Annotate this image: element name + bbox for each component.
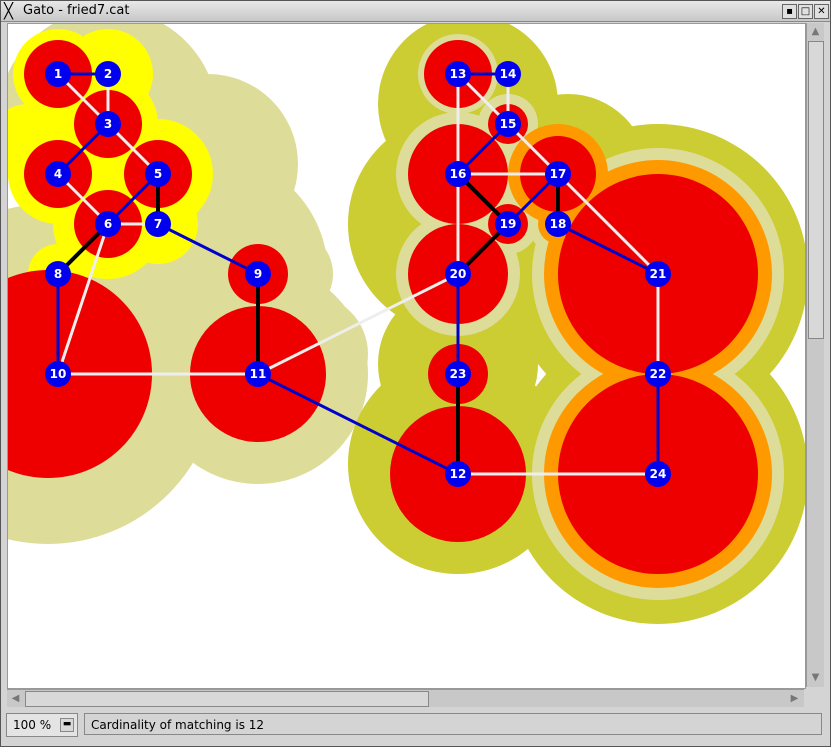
vertex-1[interactable]: 1: [45, 61, 71, 87]
vertex-5[interactable]: 5: [145, 161, 171, 187]
horizontal-scrollbar[interactable]: ◀ ▶: [7, 689, 804, 707]
scroll-right-arrow[interactable]: ▶: [787, 691, 802, 706]
vertex-17[interactable]: 17: [545, 161, 571, 187]
graph-canvas[interactable]: 1 2 3 4 5 6 7 8 9 10 11 12 13 14 15 16 17 18 19 20 21 22 23 24: [7, 23, 806, 689]
zoom-dropdown-icon[interactable]: ▬: [60, 718, 74, 732]
vertex-7[interactable]: 7: [145, 211, 171, 237]
vertex-16[interactable]: 16: [445, 161, 471, 187]
scroll-left-arrow[interactable]: ◀: [8, 691, 23, 706]
vertex-label: 24: [650, 467, 667, 481]
vertex-label: 18: [550, 217, 567, 231]
vertex-label: 12: [450, 467, 467, 481]
status-message: Cardinality of matching is 12: [84, 713, 822, 735]
graph-drawing[interactable]: 1 234 56 78 910 111213 141516 17181920 21222324: [8, 24, 805, 688]
scroll-down-arrow[interactable]: ▼: [808, 670, 823, 685]
vertex-8[interactable]: 8: [45, 261, 71, 287]
window-title: Gato - fried7.cat: [23, 3, 130, 18]
vertex-label: 15: [500, 117, 517, 131]
vertex-label: 10: [50, 367, 67, 381]
vertex-label: 14: [500, 67, 517, 81]
vertex-label: 11: [250, 367, 267, 381]
vertex-label: 17: [550, 167, 567, 181]
vertex-4[interactable]: 4: [45, 161, 71, 187]
vertex-11[interactable]: 11: [245, 361, 271, 387]
vertex-3[interactable]: 3: [95, 111, 121, 137]
vertex-label: 20: [450, 267, 467, 281]
vertex-15[interactable]: 15: [495, 111, 521, 137]
maximize-button[interactable]: □: [798, 4, 813, 19]
vertex-13[interactable]: 13: [445, 61, 471, 87]
vertex-label: 5: [154, 167, 162, 181]
vertex-label: 3: [104, 117, 112, 131]
minimize-button[interactable]: ▪: [782, 4, 797, 19]
vertex-label: 9: [254, 267, 262, 281]
vertex-label: 7: [154, 217, 162, 231]
vertex-label: 13: [450, 67, 467, 81]
vertex-19[interactable]: 19: [495, 211, 521, 237]
horizontal-scroll-thumb[interactable]: [25, 691, 429, 707]
vertex-24[interactable]: 24: [645, 461, 671, 487]
vertex-22[interactable]: 22: [645, 361, 671, 387]
title-bar[interactable]: ╳ Gato - fried7.cat ▪ □ ✕: [1, 1, 830, 22]
close-button[interactable]: ✕: [814, 4, 829, 19]
vertex-label: 2: [104, 67, 112, 81]
scroll-up-arrow[interactable]: ▲: [808, 24, 823, 39]
vertical-scroll-thumb[interactable]: [808, 41, 824, 339]
vertex-label: 4: [54, 167, 62, 181]
vertex-23[interactable]: 23: [445, 361, 471, 387]
vertex-9[interactable]: 9: [245, 261, 271, 287]
blossom-regions: [8, 24, 805, 624]
vertex-12[interactable]: 12: [445, 461, 471, 487]
vertex-label: 23: [450, 367, 467, 381]
vertex-label: 21: [650, 267, 667, 281]
zoom-select[interactable]: 100 % ▬: [6, 713, 78, 737]
zoom-value: 100 %: [13, 718, 52, 732]
x-logo-icon[interactable]: ╳: [4, 2, 13, 20]
vertex-label: 19: [500, 217, 517, 231]
vertex-14[interactable]: 14: [495, 61, 521, 87]
application-window: ╳ Gato - fried7.cat ▪ □ ✕ 1 2 3 4 5 6 7 …: [0, 0, 831, 747]
vertex-label: 22: [650, 367, 667, 381]
vertex-label: 6: [104, 217, 112, 231]
vertex-label: 8: [54, 267, 62, 281]
vertex-6[interactable]: 6: [95, 211, 121, 237]
vertex-18[interactable]: 18: [545, 211, 571, 237]
vertex-21[interactable]: 21: [645, 261, 671, 287]
vertex-label: 16: [450, 167, 467, 181]
vertex-20[interactable]: 20: [445, 261, 471, 287]
vertical-scrollbar[interactable]: ▲ ▼: [806, 23, 824, 687]
vertex-label: 1: [54, 67, 62, 81]
vertex-2[interactable]: 2: [95, 61, 121, 87]
status-bar: 100 % ▬ Cardinality of matching is 12: [1, 709, 830, 745]
vertex-10[interactable]: 10: [45, 361, 71, 387]
